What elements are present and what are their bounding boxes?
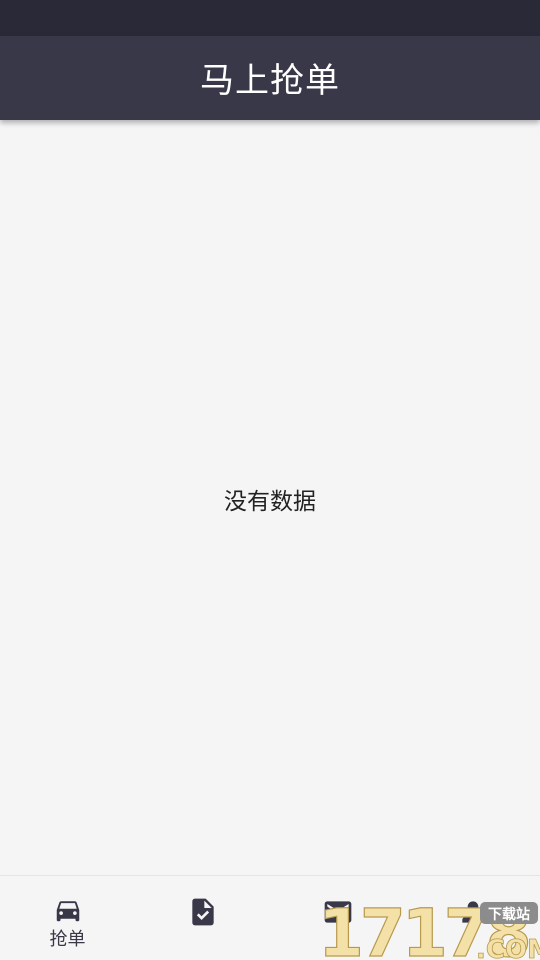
watermark-domain: .COM [476,935,540,960]
watermark-badge: 下载站 [488,906,530,923]
document-check-icon [191,898,214,926]
site-watermark-logo: 17178 .COM 下载站 [317,900,540,960]
app-screen: 马上抢单 没有数据 抢单 17178 .COM [0,0,540,960]
page-title: 马上抢单 [200,60,340,101]
nav-item-label: 抢单 [49,929,86,950]
car-icon [56,901,79,922]
empty-state-text: 没有数据 [224,489,316,515]
nav-item-orders[interactable] [135,876,270,960]
order-list-area[interactable]: 没有数据 [0,120,540,875]
nav-item-grab-order[interactable]: 抢单 [0,876,135,960]
status-bar [0,0,540,36]
app-bar: 马上抢单 [0,36,540,120]
